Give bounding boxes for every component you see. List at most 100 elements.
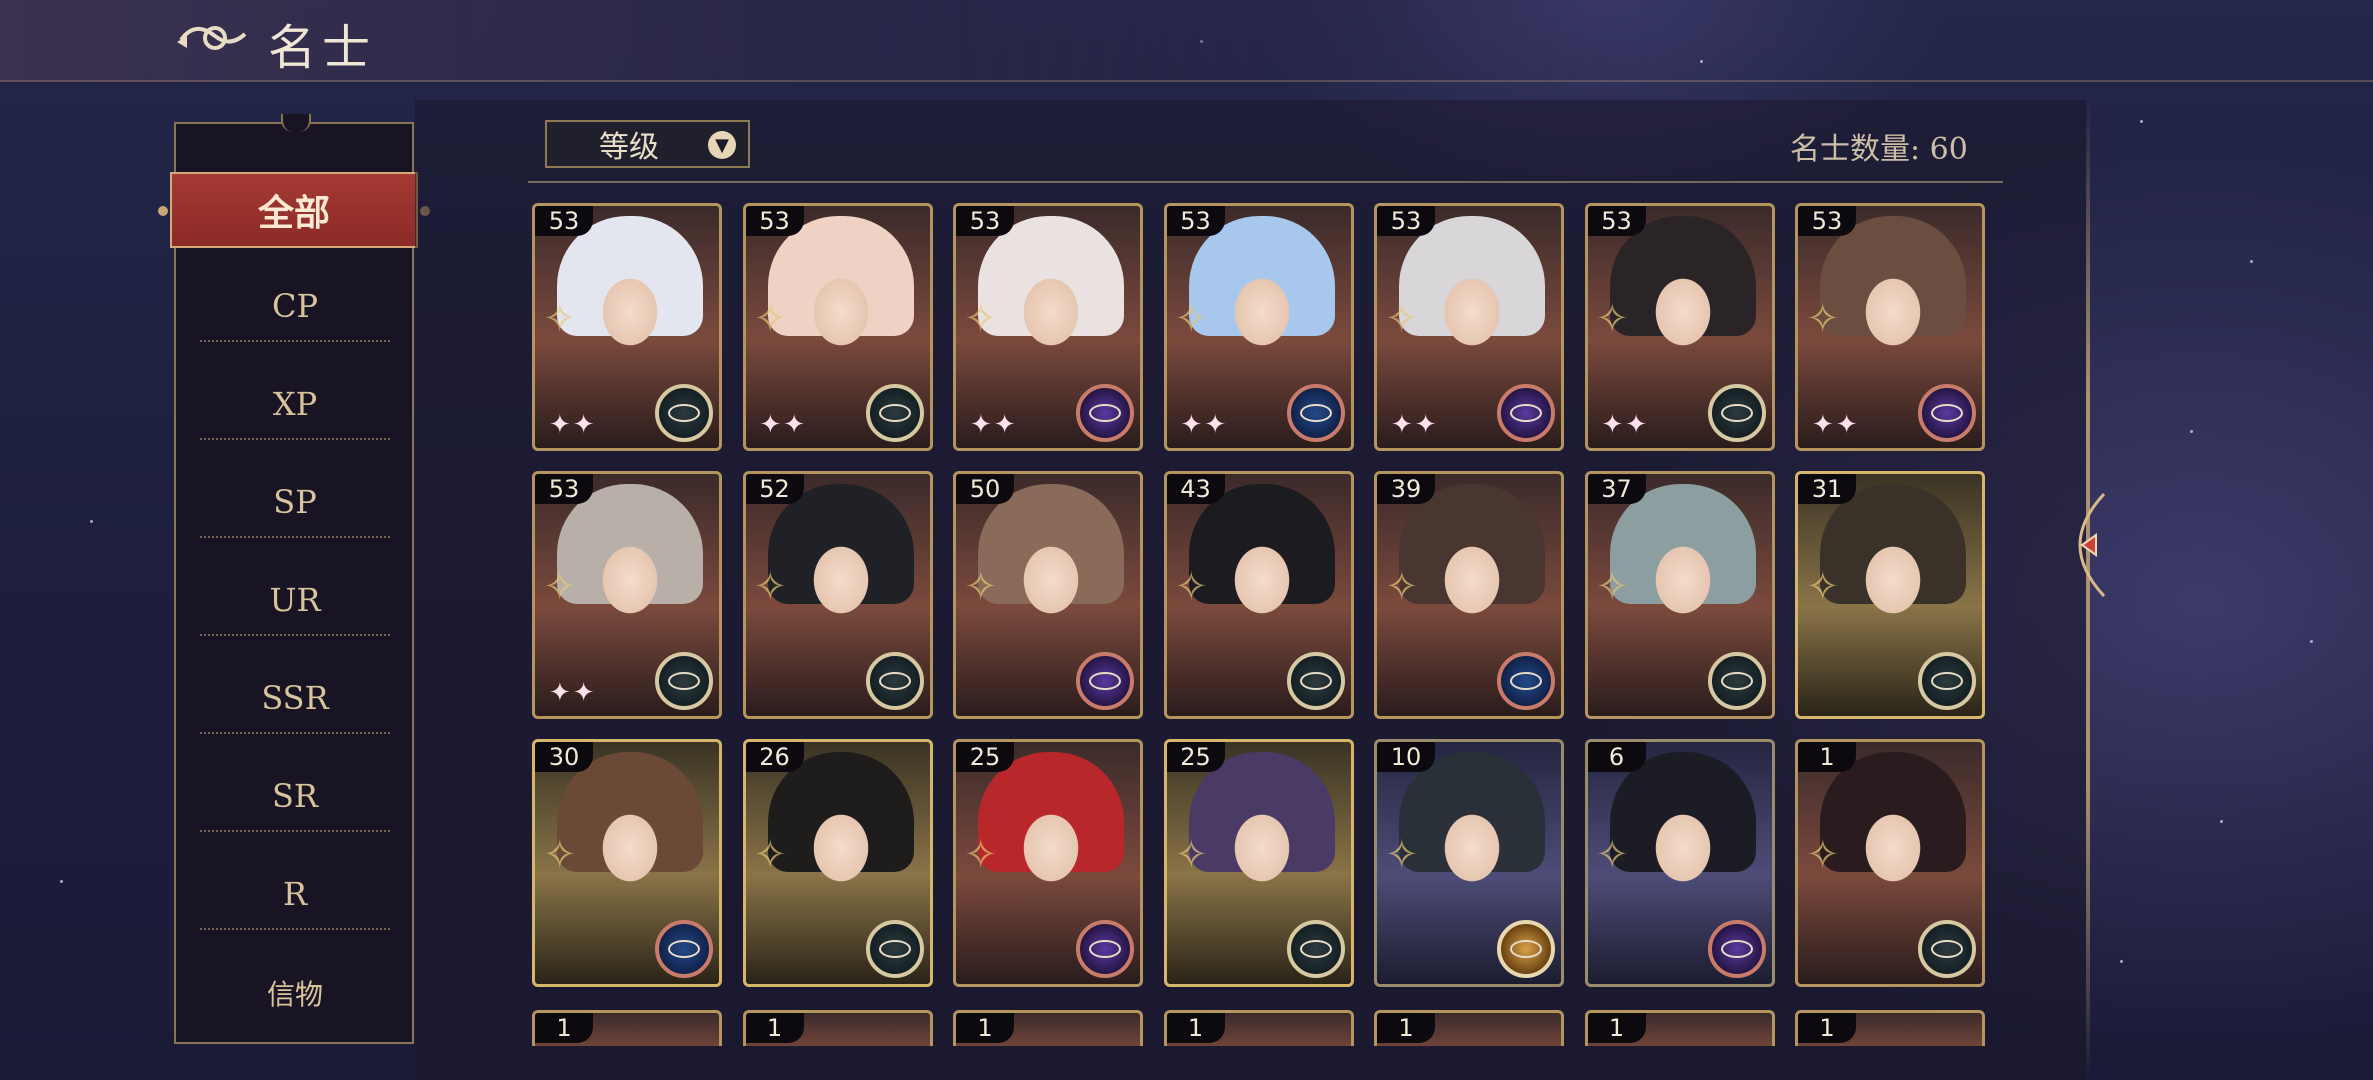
card-level: 30 bbox=[535, 742, 593, 772]
character-card[interactable]: ✧ ✦✦ 53 bbox=[742, 203, 933, 451]
category-tab-ssr[interactable]: SSR bbox=[200, 664, 390, 734]
character-card[interactable]: ✧ 1 bbox=[1795, 739, 1985, 987]
sparkle-decoration-icon: ✧ bbox=[1174, 564, 1209, 610]
sparkle-decoration-icon: ✧ bbox=[753, 564, 788, 610]
card-level: 1 bbox=[535, 1013, 593, 1043]
star-rank-icon: ✦✦ bbox=[1180, 410, 1229, 440]
faction-emblem-icon bbox=[1707, 384, 1766, 442]
card-level: 1 bbox=[1798, 1013, 1856, 1043]
sort-label: 等级 bbox=[599, 130, 659, 165]
sparkle-decoration-icon: ✧ bbox=[1174, 296, 1209, 342]
card-level: 53 bbox=[1166, 206, 1225, 236]
page-title: 名士 bbox=[268, 20, 377, 76]
character-card[interactable]: ✧ ✦✦ 53 bbox=[1584, 203, 1775, 451]
emblem-ring bbox=[1931, 404, 1963, 422]
star-rank-icon: ✦✦ bbox=[549, 410, 597, 440]
sparkle-decoration-icon: ✧ bbox=[543, 832, 577, 878]
divider bbox=[528, 181, 2003, 183]
character-card[interactable]: ✧ ✦✦ 53 bbox=[1163, 203, 1354, 451]
character-card[interactable]: ✧ 26 bbox=[742, 739, 933, 987]
card-level: 1 bbox=[956, 1013, 1014, 1043]
category-tab-r[interactable]: R bbox=[200, 860, 390, 930]
character-card[interactable]: 1 bbox=[1795, 1010, 1985, 1046]
card-level: 26 bbox=[745, 742, 804, 772]
sidebar-notch bbox=[281, 114, 311, 132]
card-level: 53 bbox=[1377, 206, 1435, 236]
card-level: 6 bbox=[1587, 742, 1646, 772]
character-card[interactable]: ✧ 25 bbox=[953, 739, 1143, 987]
faction-emblem-icon bbox=[1076, 920, 1134, 978]
faction-emblem-icon bbox=[1497, 920, 1555, 978]
category-tab-xp[interactable]: XP bbox=[200, 370, 390, 440]
sparkle-decoration-icon: ✧ bbox=[964, 296, 998, 342]
emblem-ring bbox=[1931, 672, 1963, 690]
sparkle-decoration-icon: ✧ bbox=[1595, 832, 1630, 878]
character-card[interactable]: ✧ ✦✦ 53 bbox=[532, 471, 722, 719]
character-card[interactable]: ✧ 6 bbox=[1584, 739, 1775, 987]
character-card[interactable]: 1 bbox=[532, 1010, 722, 1046]
character-card[interactable]: ✧ ✦✦ 53 bbox=[1795, 203, 1985, 451]
category-tab-ur[interactable]: UR bbox=[200, 566, 390, 636]
character-card[interactable]: ✧ 43 bbox=[1163, 471, 1354, 719]
emblem-ring bbox=[668, 672, 700, 690]
card-level: 1 bbox=[1587, 1013, 1646, 1043]
character-card[interactable]: ✧ 25 bbox=[1163, 739, 1354, 987]
emblem-ring bbox=[1510, 672, 1542, 690]
faction-emblem-icon bbox=[1918, 652, 1976, 710]
faction-emblem-icon bbox=[1497, 384, 1555, 442]
emblem-ring bbox=[1299, 940, 1332, 958]
character-card[interactable]: 1 bbox=[953, 1010, 1143, 1046]
roster-screen: 名士 全部 CP XP SP UR SSR SR R 信物 等级 ▼ 名士数量:… bbox=[0, 0, 2373, 1080]
character-card[interactable]: ✧ 50 bbox=[953, 471, 1143, 719]
card-level: 25 bbox=[956, 742, 1014, 772]
star-rank-icon: ✦✦ bbox=[759, 410, 808, 440]
emblem-ring bbox=[1089, 404, 1121, 422]
emblem-ring bbox=[878, 672, 911, 690]
emblem-ring bbox=[1299, 404, 1332, 422]
faction-emblem-icon bbox=[655, 652, 713, 710]
category-tab-all[interactable]: 全部 bbox=[158, 172, 430, 248]
category-tab-sr[interactable]: SR bbox=[200, 762, 390, 832]
character-card[interactable]: ✧ 30 bbox=[532, 739, 722, 987]
sparkle-decoration-icon: ✧ bbox=[1385, 296, 1419, 342]
character-card[interactable]: ✧ ✦✦ 53 bbox=[953, 203, 1143, 451]
sparkle-decoration-icon: ✧ bbox=[1595, 296, 1630, 342]
emblem-ring bbox=[1089, 672, 1121, 690]
faction-emblem-icon bbox=[865, 920, 924, 978]
faction-emblem-icon bbox=[865, 384, 924, 442]
character-card[interactable]: ✧ 52 bbox=[742, 471, 933, 719]
character-card[interactable]: ✧ 31 bbox=[1795, 471, 1985, 719]
card-level: 43 bbox=[1166, 474, 1225, 504]
faction-emblem-icon bbox=[1707, 920, 1766, 978]
faction-emblem-icon bbox=[865, 652, 924, 710]
chevron-down-icon: ▼ bbox=[708, 131, 736, 159]
card-level: 1 bbox=[1377, 1013, 1435, 1043]
sort-dropdown[interactable]: 等级 ▼ bbox=[545, 120, 750, 168]
character-card[interactable]: ✧ ✦✦ 53 bbox=[1374, 203, 1564, 451]
character-card[interactable]: 1 bbox=[1163, 1010, 1354, 1046]
sparkle-decoration-icon: ✧ bbox=[1806, 296, 1840, 342]
character-card[interactable]: 1 bbox=[742, 1010, 933, 1046]
emblem-ring bbox=[668, 404, 700, 422]
emblem-ring bbox=[1299, 672, 1332, 690]
character-card[interactable]: ✧ 10 bbox=[1374, 739, 1564, 987]
character-card[interactable]: ✧ ✦✦ 53 bbox=[532, 203, 722, 451]
emblem-ring bbox=[1510, 940, 1542, 958]
character-card[interactable]: 1 bbox=[1374, 1010, 1564, 1046]
category-tab-token[interactable]: 信物 bbox=[200, 958, 390, 1028]
emblem-ring bbox=[1720, 672, 1753, 690]
collapse-arrow-icon[interactable] bbox=[2060, 490, 2108, 600]
category-tab-sp[interactable]: SP bbox=[200, 468, 390, 538]
character-card[interactable]: 1 bbox=[1584, 1010, 1775, 1046]
character-card[interactable]: ✧ 37 bbox=[1584, 471, 1775, 719]
faction-emblem-icon bbox=[1918, 384, 1976, 442]
sparkle-decoration-icon: ✧ bbox=[753, 296, 788, 342]
card-level: 53 bbox=[535, 474, 593, 504]
emblem-ring bbox=[1720, 404, 1753, 422]
faction-emblem-icon bbox=[1286, 920, 1345, 978]
category-tab-cp[interactable]: CP bbox=[200, 272, 390, 342]
character-card[interactable]: ✧ 39 bbox=[1374, 471, 1564, 719]
faction-emblem-icon bbox=[655, 920, 713, 978]
faction-emblem-icon bbox=[1918, 920, 1976, 978]
sparkle-decoration-icon: ✧ bbox=[543, 564, 577, 610]
